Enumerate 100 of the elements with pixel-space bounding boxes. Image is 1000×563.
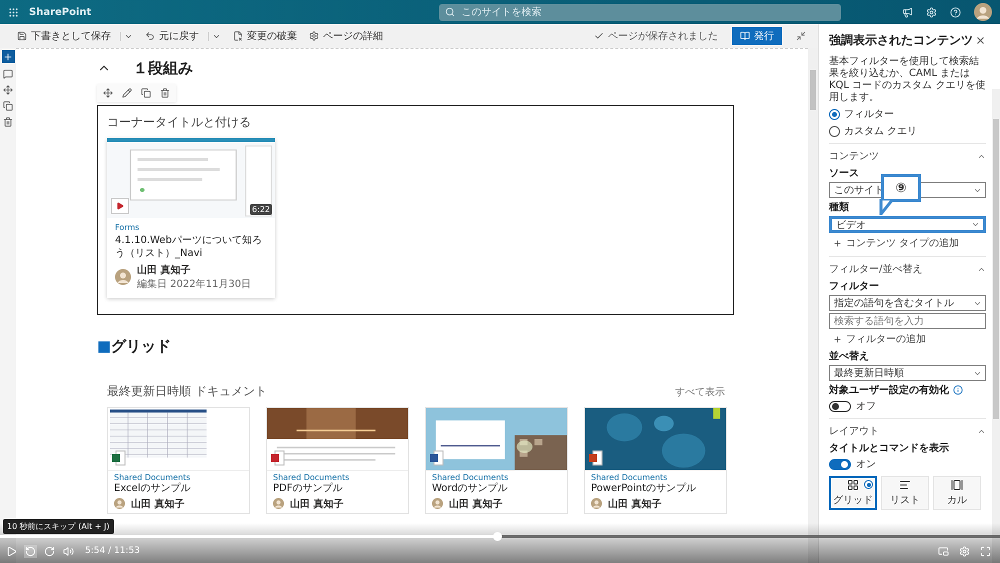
add-link[interactable]: コンテンツ タイプの追加 [829, 235, 964, 251]
chevron-down-icon [971, 220, 980, 229]
settings-icon [309, 31, 319, 41]
fullscreen-button[interactable] [979, 544, 992, 558]
see-all-link[interactable]: すべて表示 [675, 385, 725, 399]
copy-icon[interactable] [3, 101, 13, 111]
edit-icon[interactable] [122, 88, 132, 98]
plus-icon [833, 238, 842, 248]
help-icon[interactable] [950, 6, 961, 18]
search-icon [445, 7, 456, 17]
toggle-switch[interactable] [829, 458, 851, 470]
book-icon [740, 31, 750, 41]
rewind-icon [25, 546, 36, 556]
author-name: 山田 真知子 [608, 498, 662, 510]
document-card[interactable]: Shared Documents Excelのサンプル 山田 真知子 [107, 407, 250, 514]
dropdown[interactable]: 最終更新日時順 [829, 365, 986, 381]
web-part-title: 最終更新日時順 ドキュメント [107, 383, 267, 400]
panel-title: 強調表示されたコンテンツ [829, 32, 973, 49]
discard-icon [233, 31, 243, 41]
undo-icon [145, 31, 155, 41]
video-card[interactable]: 6:22 Forms 4.1.10.Webパーツについて知ろう（リスト）_Navi 山田 真知子 編集日 2022年11月30日 [107, 138, 275, 298]
site-name: Shared Documents [114, 473, 192, 482]
add-button[interactable] [2, 50, 14, 63]
tooltip: 10 秒前にスキップ (Alt + J) [3, 519, 114, 534]
field-label: 並べ替え [829, 350, 869, 363]
picture-in-picture-button[interactable] [937, 544, 950, 558]
play-icon [111, 198, 129, 214]
section-title: １段組み [133, 58, 193, 78]
command-button[interactable]: 下書きとして保存 [14, 27, 114, 45]
toggle-switch[interactable] [829, 400, 851, 412]
toggle-state: オフ [856, 400, 876, 413]
avatar [432, 498, 443, 509]
comment-icon[interactable] [3, 69, 13, 79]
section-header: コンテンツ [829, 150, 879, 163]
slides-file-icon [589, 450, 603, 466]
command-button[interactable]: ページの詳細 [306, 27, 386, 45]
avatar [974, 3, 992, 21]
layout-option[interactable]: カル [933, 476, 981, 510]
square-marker: ■ [97, 337, 112, 355]
section-title: グリッド [111, 336, 172, 356]
edit-date: 編集日 2022年11月30日 [137, 278, 252, 291]
copy-icon[interactable] [141, 88, 151, 98]
author-name: 山田 真知子 [131, 498, 184, 510]
field-label: 種類 [829, 200, 849, 214]
command-button[interactable]: 元に戻す [142, 27, 202, 45]
save-status: ページが保存されました [594, 29, 718, 43]
document-card[interactable]: Shared Documents Wordのサンプル 山田 真知子 [425, 407, 568, 514]
settings-icon[interactable] [926, 6, 937, 18]
radio-option[interactable]: フィルター [829, 107, 894, 121]
dropdown[interactable]: 指定の語句を含むタイトル [829, 295, 986, 311]
layout-option[interactable]: リスト [881, 476, 929, 510]
progress-track[interactable] [0, 535, 1000, 538]
move-icon[interactable] [3, 85, 13, 95]
plus-icon [3, 52, 13, 62]
check-icon [594, 31, 604, 41]
grid-icon [847, 479, 859, 491]
collapse-button[interactable] [796, 31, 806, 41]
field-label: ソース [829, 167, 859, 180]
save-icon [17, 31, 27, 41]
card-title: Excelのサンプル [114, 483, 192, 496]
search-field[interactable]: 検索する語句を入力 [829, 313, 986, 329]
volume-button[interactable] [62, 544, 75, 558]
avatar [591, 498, 602, 509]
trash-icon[interactable] [160, 88, 170, 98]
toggle-state: オン [856, 458, 876, 471]
author-name: 山田 真知子 [137, 264, 192, 277]
pdf-file-icon [271, 450, 285, 466]
radio-option[interactable]: カスタム クエリ [829, 124, 918, 138]
megaphone-icon[interactable] [902, 6, 913, 18]
web-part-title: コーナータイトルと付ける [107, 114, 252, 131]
site-name: Shared Documents [273, 473, 350, 482]
move-icon[interactable] [103, 88, 113, 98]
document-file-icon [430, 450, 444, 466]
card-title: PDFのサンプル [273, 483, 344, 496]
document-card[interactable]: Shared Documents PDFのサンプル 山田 真知子 [266, 407, 409, 514]
app-launcher-icon[interactable] [8, 6, 19, 18]
trash-icon[interactable] [3, 117, 13, 127]
author-name: 山田 真知子 [449, 498, 502, 510]
settings-button[interactable] [958, 544, 971, 558]
add-link[interactable]: フィルターの追加 [829, 331, 930, 347]
picture-in-picture-icon [938, 546, 949, 556]
close-icon[interactable] [975, 35, 986, 46]
list-icon [899, 479, 911, 491]
panel-description: 基本フィルターを使用して検索結果を絞り込むか、CAML または KQL コードのカスタム クエリを使用します。 [829, 56, 986, 104]
field-label: タイトルとコマンドを表示 [829, 442, 949, 455]
avatar [114, 498, 125, 509]
command-button[interactable]: 変更の破棄 [230, 27, 300, 45]
document-card[interactable]: Shared Documents PowerPointのサンプル 山田 真知子 [584, 407, 727, 514]
skip-forward-button[interactable] [43, 544, 56, 558]
site-name: Shared Documents [432, 473, 510, 482]
layout-option[interactable]: グリッド [829, 476, 877, 510]
author-name: 山田 真知子 [290, 498, 344, 510]
collapse-icon [796, 31, 806, 41]
avatar [115, 269, 131, 285]
carousel-icon [951, 479, 963, 491]
publish-button[interactable]: 発行 [732, 27, 782, 45]
spreadsheet-file-icon [112, 450, 126, 466]
play-button[interactable] [5, 544, 18, 558]
playback-time: 5:54 / 11:53 [85, 546, 140, 556]
progress-handle[interactable] [493, 532, 502, 541]
